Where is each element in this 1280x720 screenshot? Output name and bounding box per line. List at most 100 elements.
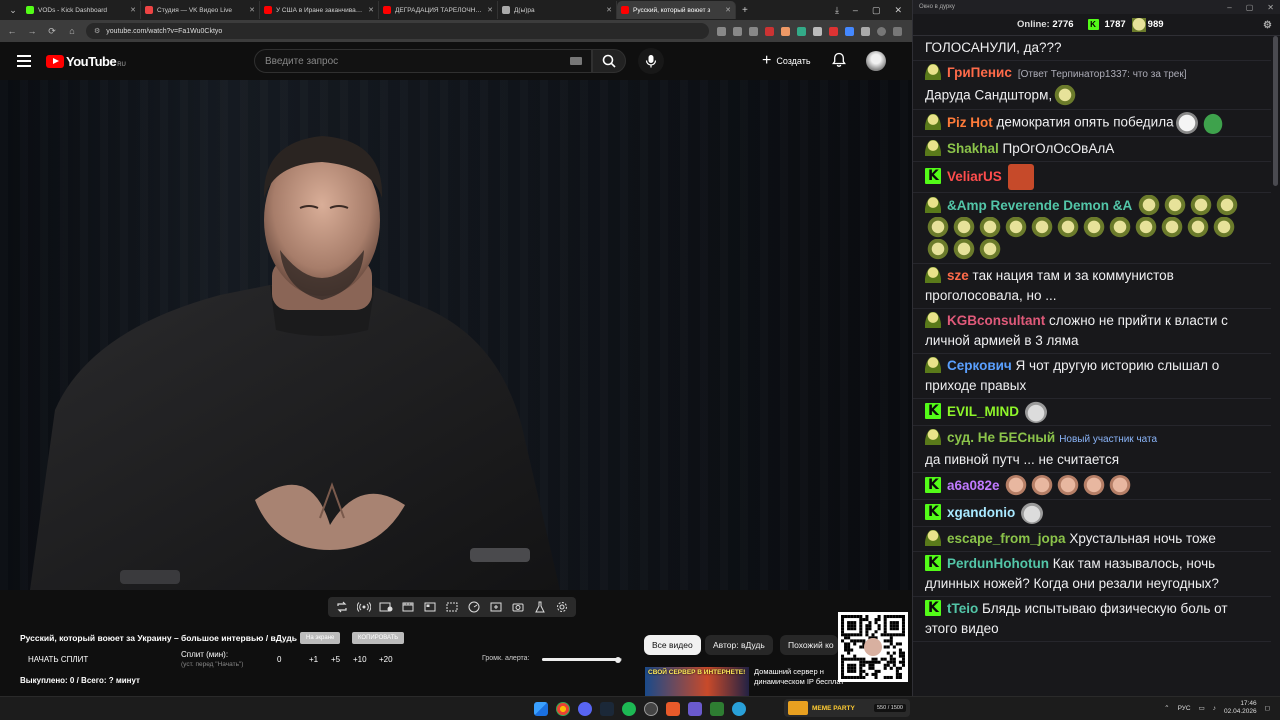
extension-icon[interactable] [845, 26, 854, 36]
chip-similar[interactable]: Похожий ко [780, 635, 838, 655]
recommended-thumbnail[interactable]: СВОЙ СЕРВЕР В ИНТЕРНЕТЕ! [645, 667, 749, 696]
chat-scrollbar[interactable] [1273, 36, 1278, 186]
speed-icon[interactable] [466, 599, 482, 615]
notifications-button[interactable] [832, 52, 846, 73]
browser-tab[interactable]: VODs - Kick Dashboard ✕ [22, 1, 141, 19]
chip-author[interactable]: Автор: вДудь [705, 635, 773, 655]
start-split-button[interactable]: НАЧАТЬ СПЛИТ [28, 655, 88, 664]
close-icon[interactable]: ✕ [894, 5, 902, 16]
extension-icon[interactable] [829, 26, 838, 36]
discord-icon[interactable] [578, 702, 592, 716]
chat-username[interactable]: Серкович [947, 358, 1012, 373]
site-info-icon[interactable]: ⚙ [94, 27, 100, 35]
extension-icon[interactable] [813, 26, 822, 36]
forward-icon[interactable]: → [26, 26, 38, 36]
chat-username[interactable]: tTeio [947, 601, 978, 616]
browser-tab[interactable]: У США в Иране заканчиваютс ✕ [260, 1, 379, 19]
cast-icon[interactable] [717, 26, 726, 36]
minimize-icon[interactable]: – [853, 5, 858, 16]
keyboard-icon[interactable] [570, 57, 582, 65]
browser-tab[interactable]: Д(ы)ра ✕ [498, 1, 617, 19]
chat-username[interactable]: Shakhal [947, 141, 999, 156]
chat-username[interactable]: суд. Не БЕСный [947, 430, 1055, 445]
tab-close-icon[interactable]: ✕ [249, 6, 255, 14]
frame-icon[interactable] [444, 599, 460, 615]
avatar[interactable] [866, 51, 886, 71]
chat-username[interactable]: a6a082e [947, 478, 1000, 493]
picture-in-picture-icon[interactable] [422, 599, 438, 615]
alert-volume-slider[interactable] [542, 656, 622, 663]
film-icon[interactable] [400, 599, 416, 615]
add-20-button[interactable]: +20 [379, 655, 393, 664]
search-input[interactable]: Введите запрос [254, 49, 592, 73]
settings-icon[interactable] [554, 599, 570, 615]
youtube-logo[interactable]: YouTube RU [46, 54, 126, 69]
chat-username[interactable]: escape_from_jopa [947, 531, 1066, 546]
chat-username[interactable]: KGBconsultant [947, 313, 1045, 328]
downloads-icon[interactable]: ⤓ [835, 5, 839, 16]
language-indicator[interactable]: РУС [1178, 705, 1191, 712]
camera-icon[interactable] [510, 599, 526, 615]
chat-username[interactable]: &Amp Reverende Demon &A [947, 198, 1132, 213]
menu-icon[interactable] [893, 26, 902, 36]
tab-close-icon[interactable]: ✕ [487, 6, 493, 14]
extension-icon[interactable] [797, 26, 806, 36]
tab-close-icon[interactable]: ✕ [130, 6, 136, 14]
browser-tab[interactable]: Студия — VK Видео Live ✕ [141, 1, 260, 19]
add-clip-icon[interactable] [488, 599, 504, 615]
chat-username[interactable]: ГриПенис [947, 65, 1012, 80]
chat-username[interactable]: EVIL_MIND [947, 404, 1019, 419]
volume-icon[interactable]: ♪ [1213, 705, 1216, 712]
chip-all-videos[interactable]: Все видео [644, 635, 701, 655]
minimize-icon[interactable]: – [1227, 3, 1231, 12]
loop-icon[interactable] [334, 599, 350, 615]
alert-volume-thumb[interactable] [615, 656, 621, 663]
recommended-title[interactable]: Домашний сервер н динамическом IP беспла… [754, 667, 844, 687]
spotify-icon[interactable] [622, 702, 636, 716]
network-icon[interactable]: ▭ [1199, 704, 1205, 712]
voice-search-button[interactable] [638, 48, 664, 74]
clock[interactable]: 17:46 02.04.2026 [1224, 700, 1257, 716]
add-1-button[interactable]: +1 [309, 655, 318, 664]
url-field[interactable]: ⚙ youtube.com/watch?v=Fa1Wu0Cktyo [86, 23, 709, 39]
record-icon[interactable] [378, 599, 394, 615]
windows-start-icon[interactable] [534, 702, 548, 716]
chat-username[interactable]: VeliarUS [947, 169, 1002, 184]
tab-close-icon[interactable]: ✕ [725, 6, 731, 14]
menu-icon[interactable] [17, 52, 31, 70]
create-button[interactable]: + Создать [756, 50, 817, 72]
profile-icon[interactable] [877, 26, 886, 36]
close-icon[interactable]: ✕ [1267, 3, 1274, 12]
zoom-icon[interactable] [733, 26, 742, 36]
reload-icon[interactable]: ⟳ [46, 26, 58, 37]
add-5-button[interactable]: +5 [331, 655, 340, 664]
add-10-button[interactable]: +10 [353, 655, 367, 664]
steam-icon[interactable] [600, 702, 614, 716]
browser-tab[interactable]: ДЕГРАДАЦИЯ ТАРЕЛОЧНИЦ ✕ [379, 1, 498, 19]
app-icon[interactable] [666, 702, 680, 716]
browser-tab[interactable]: Русский, который воюет з ✕ [617, 1, 736, 19]
puzzle-icon[interactable] [861, 26, 870, 36]
tab-close-icon[interactable]: ✕ [606, 6, 612, 14]
taskbar-promo[interactable]: MEME PARTY 550 / 1500 [784, 699, 910, 717]
chat-username[interactable]: Piz Hot [947, 115, 993, 130]
tab-close-icon[interactable]: ✕ [368, 6, 374, 14]
chat-username[interactable]: sze [947, 268, 969, 283]
chat-username[interactable]: PerdunHohotun [947, 556, 1049, 571]
maximize-icon[interactable]: ▢ [1246, 3, 1254, 12]
home-icon[interactable]: ⌂ [66, 26, 78, 36]
gear-icon[interactable]: ⚙ [1263, 20, 1272, 31]
obs-icon[interactable] [644, 702, 658, 716]
star-icon[interactable] [749, 26, 758, 36]
chat-username[interactable]: xgandonio [947, 505, 1015, 520]
broadcast-icon[interactable] [356, 599, 372, 615]
copy-button[interactable]: КОПИРОВАТЬ [352, 632, 405, 644]
flask-icon[interactable] [532, 599, 548, 615]
extension-icon[interactable] [765, 26, 774, 36]
chat-reply-reference[interactable]: [Ответ Терпинатор1337: что за трек] [1018, 69, 1187, 80]
back-icon[interactable]: ← [6, 26, 18, 36]
notification-icon[interactable]: ◻ [1265, 704, 1270, 712]
app-icon[interactable] [710, 702, 724, 716]
on-screen-button[interactable]: На экране [300, 632, 341, 644]
new-tab-icon[interactable]: + [742, 5, 748, 16]
